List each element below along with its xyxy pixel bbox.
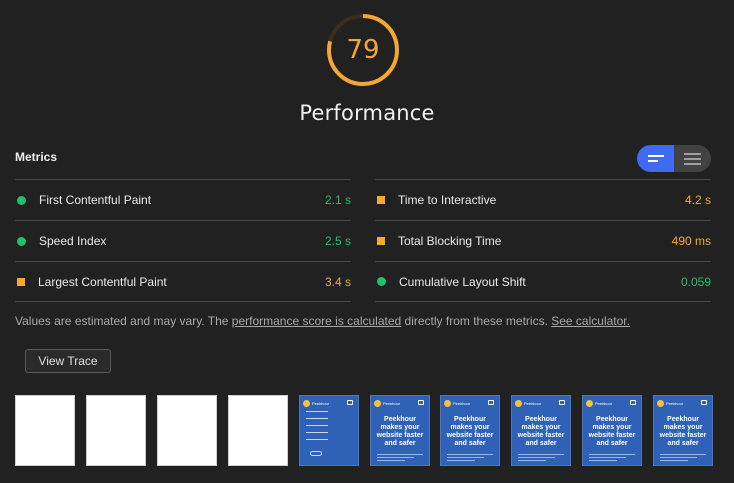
average-square-icon bbox=[17, 277, 25, 286]
metric-value: 0.059 bbox=[680, 274, 711, 289]
metrics-column-left: First Contentful Paint 2.1 s Speed Index 2.… bbox=[15, 179, 351, 302]
average-square-icon bbox=[377, 237, 385, 245]
view-trace-button[interactable]: View Trace bbox=[25, 349, 111, 373]
metric-label: Total Blocking Time bbox=[398, 234, 502, 248]
logo-icon bbox=[374, 400, 381, 407]
metrics-view-toggle[interactable] bbox=[637, 145, 711, 172]
frame-nav-list bbox=[306, 411, 336, 446]
filmstrip-frame: Peekhour bbox=[299, 395, 359, 466]
logo-icon bbox=[515, 400, 522, 407]
filmstrip: Peekhour Peekhour Peekhour makes your webs… bbox=[15, 395, 715, 466]
pass-circle-icon bbox=[17, 236, 26, 246]
list-view-icon bbox=[647, 155, 664, 162]
filmstrip-frame bbox=[228, 395, 288, 466]
footnote-text: Values are estimated and may vary. The bbox=[15, 314, 232, 328]
frame-headline: Peekhour makes your website faster and s… bbox=[517, 416, 565, 447]
metric-label: Speed Index bbox=[39, 234, 107, 248]
metrics-header: Metrics bbox=[15, 145, 711, 173]
filmstrip-frame: Peekhour Peekhour makes your website fast… bbox=[440, 395, 500, 466]
pass-circle-icon bbox=[17, 195, 26, 205]
menu-icon bbox=[559, 400, 565, 405]
frame-headline: Peekhour makes your website faster and s… bbox=[446, 416, 494, 447]
metric-row: Total Blocking Time 490 ms bbox=[375, 220, 711, 261]
metric-row: Time to Interactive 4.2 s bbox=[375, 179, 711, 220]
text-view-button[interactable] bbox=[674, 145, 711, 172]
menu-icon bbox=[347, 400, 353, 405]
metric-value: 490 ms bbox=[671, 234, 711, 248]
metric-label: Cumulative Layout Shift bbox=[399, 274, 526, 289]
frame-headline: Peekhour makes your website faster and s… bbox=[588, 416, 636, 447]
filmstrip-frame bbox=[157, 395, 217, 466]
frame-header: Peekhour bbox=[657, 399, 709, 408]
frame-headline: Peekhour makes your website faster and s… bbox=[659, 416, 707, 447]
footnote-text: directly from these metrics. bbox=[401, 314, 552, 328]
frame-brand: Peekhour bbox=[312, 401, 330, 406]
score-gauge-section: 79 Performance bbox=[0, 0, 734, 130]
gauge-score: 79 bbox=[346, 35, 380, 65]
metric-value: 2.5 s bbox=[324, 234, 351, 248]
see-calculator-link[interactable]: See calculator. bbox=[551, 314, 630, 328]
logo-icon bbox=[657, 400, 664, 407]
metric-row: Largest Contentful Paint 3.4 s bbox=[15, 261, 351, 302]
logo-icon bbox=[586, 400, 593, 407]
frame-brand: Peekhour bbox=[453, 401, 471, 406]
metric-label: Largest Contentful Paint bbox=[38, 274, 167, 289]
pass-circle-icon bbox=[377, 277, 386, 286]
frame-header: Peekhour bbox=[444, 399, 496, 408]
metric-value: 3.4 s bbox=[324, 274, 351, 289]
score-calculated-link[interactable]: performance score is calculated bbox=[232, 314, 401, 328]
metric-row: Speed Index 2.5 s bbox=[15, 220, 351, 261]
filmstrip-frame: Peekhour Peekhour makes your website fast… bbox=[653, 395, 713, 466]
menu-icon bbox=[488, 400, 494, 405]
frame-header: Peekhour bbox=[586, 399, 638, 408]
list-view-button[interactable] bbox=[637, 145, 674, 172]
frame-subtext bbox=[377, 454, 423, 463]
average-square-icon bbox=[377, 196, 385, 204]
frame-brand: Peekhour bbox=[383, 401, 401, 406]
metric-label: Time to Interactive bbox=[398, 193, 497, 207]
logo-icon bbox=[444, 400, 451, 407]
frame-headline: Peekhour makes your website faster and s… bbox=[376, 416, 424, 447]
frame-header: Peekhour bbox=[515, 399, 567, 408]
frame-pill bbox=[310, 451, 322, 456]
frame-brand: Peekhour bbox=[524, 401, 542, 406]
filmstrip-frame: Peekhour Peekhour makes your website fast… bbox=[582, 395, 642, 466]
frame-subtext bbox=[589, 454, 635, 463]
metric-row: First Contentful Paint 2.1 s bbox=[15, 179, 351, 220]
metrics-column-right: Time to Interactive 4.2 s Total Blocking T… bbox=[375, 179, 711, 302]
menu-icon bbox=[701, 400, 707, 405]
frame-header: Peekhour bbox=[374, 399, 426, 408]
metric-row: Cumulative Layout Shift 0.059 bbox=[375, 261, 711, 302]
filmstrip-frame bbox=[86, 395, 146, 466]
filmstrip-frame: Peekhour Peekhour makes your website fast… bbox=[511, 395, 571, 466]
filmstrip-frame: Peekhour Peekhour makes your website fast… bbox=[370, 395, 430, 466]
metric-value: 4.2 s bbox=[684, 193, 711, 207]
metric-label: First Contentful Paint bbox=[39, 193, 152, 207]
metrics-title: Metrics bbox=[15, 150, 58, 164]
text-view-icon bbox=[684, 152, 701, 165]
frame-subtext bbox=[518, 454, 564, 463]
metric-value: 2.1 s bbox=[324, 193, 351, 207]
metrics-footnote: Values are estimated and may vary. The p… bbox=[15, 314, 630, 328]
logo-icon bbox=[303, 400, 310, 407]
frame-brand: Peekhour bbox=[595, 401, 613, 406]
frame-subtext bbox=[660, 454, 706, 463]
filmstrip-frame bbox=[15, 395, 75, 466]
frame-header: Peekhour bbox=[303, 399, 355, 408]
menu-icon bbox=[418, 400, 424, 405]
category-title: Performance bbox=[299, 101, 435, 125]
frame-brand: Peekhour bbox=[666, 401, 684, 406]
menu-icon bbox=[630, 400, 636, 405]
performance-gauge: 79 bbox=[326, 13, 400, 87]
frame-subtext bbox=[447, 454, 493, 463]
